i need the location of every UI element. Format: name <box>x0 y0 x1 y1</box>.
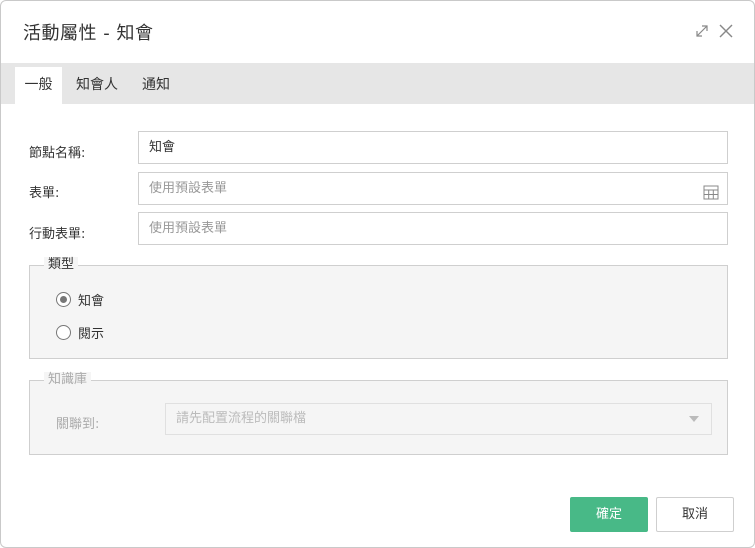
tab-bar: 一般 知會人 通知 <box>1 63 754 104</box>
cancel-button[interactable]: 取消 <box>656 497 734 532</box>
node-name-label: 節點名稱: <box>29 146 86 161</box>
radio-button-checked[interactable] <box>56 291 71 307</box>
radio-notify-label: 知會 <box>78 293 105 309</box>
tab-notification[interactable]: 通知 <box>133 67 179 104</box>
type-fieldset: 類型 知會 閱示 <box>29 257 728 359</box>
node-name-input[interactable]: 知會 <box>138 131 728 164</box>
form-label: 表單: <box>29 186 60 201</box>
mobile-form-label: 行動表單: <box>29 227 86 242</box>
radio-review[interactable]: 閱示 <box>56 323 105 342</box>
knowledge-base-legend: 知識庫 <box>44 372 92 388</box>
link-to-select-text: 請先配置流程的關聯檔 <box>176 411 307 426</box>
link-to-select: 請先配置流程的關聯檔 <box>165 403 712 435</box>
dialog-title: 活動屬性 - 知會 <box>23 23 154 44</box>
radio-notify[interactable]: 知會 <box>56 290 105 309</box>
expand-arrows-icon[interactable] <box>693 22 711 40</box>
mobile-form-input[interactable]: 使用預設表單 <box>138 212 728 245</box>
tab-general[interactable]: 一般 <box>15 67 62 104</box>
type-legend: 類型 <box>44 257 79 273</box>
table-grid-icon[interactable] <box>703 181 719 200</box>
dialog-title-bar: 活動屬性 - 知會 <box>1 1 754 63</box>
knowledge-base-fieldset: 知識庫 關聯到: 請先配置流程的關聯檔 <box>29 372 728 455</box>
activity-properties-dialog: 活動屬性 - 知會 一般 知會人 通知 節點名稱: 知會 表單: 使用預設表單 <box>0 0 755 548</box>
confirm-button[interactable]: 確定 <box>570 497 648 532</box>
close-x-icon[interactable] <box>717 22 735 40</box>
radio-button-unchecked[interactable] <box>56 324 71 340</box>
radio-review-label: 閱示 <box>78 326 105 342</box>
tab-notify-people[interactable]: 知會人 <box>69 67 125 104</box>
form-select-input[interactable]: 使用預設表單 <box>138 172 728 205</box>
chevron-down-icon <box>689 416 699 422</box>
form-placeholder: 使用預設表單 <box>149 181 228 196</box>
link-to-label: 關聯到: <box>56 417 100 432</box>
